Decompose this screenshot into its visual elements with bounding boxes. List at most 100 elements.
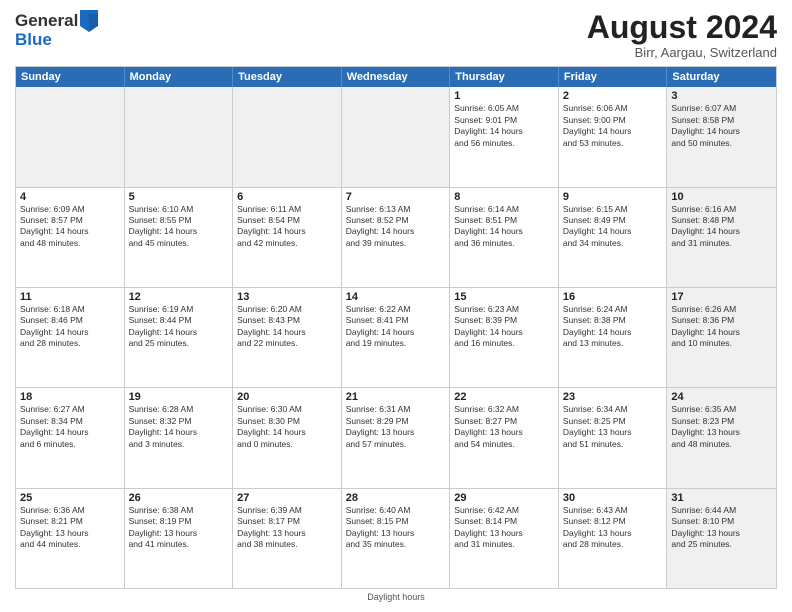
day-info: Sunrise: 6:24 AM Sunset: 8:38 PM Dayligh… [563, 304, 663, 350]
cal-cell-10: 10Sunrise: 6:16 AM Sunset: 8:48 PM Dayli… [667, 188, 776, 287]
day-info: Sunrise: 6:31 AM Sunset: 8:29 PM Dayligh… [346, 404, 446, 450]
day-info: Sunrise: 6:38 AM Sunset: 8:19 PM Dayligh… [129, 505, 229, 551]
day-info: Sunrise: 6:20 AM Sunset: 8:43 PM Dayligh… [237, 304, 337, 350]
day-info: Sunrise: 6:40 AM Sunset: 8:15 PM Dayligh… [346, 505, 446, 551]
header-cell-tuesday: Tuesday [233, 67, 342, 87]
cal-cell-empty-0 [16, 87, 125, 186]
logo: General Blue [15, 10, 98, 50]
day-info: Sunrise: 6:27 AM Sunset: 8:34 PM Dayligh… [20, 404, 120, 450]
day-info: Sunrise: 6:14 AM Sunset: 8:51 PM Dayligh… [454, 204, 554, 250]
day-number: 23 [563, 391, 663, 403]
cal-cell-12: 12Sunrise: 6:19 AM Sunset: 8:44 PM Dayli… [125, 288, 234, 387]
day-info: Sunrise: 6:05 AM Sunset: 9:01 PM Dayligh… [454, 103, 554, 149]
header-cell-sunday: Sunday [16, 67, 125, 87]
day-number: 14 [346, 291, 446, 303]
calendar-body: 1Sunrise: 6:05 AM Sunset: 9:01 PM Daylig… [16, 87, 776, 588]
cal-cell-20: 20Sunrise: 6:30 AM Sunset: 8:30 PM Dayli… [233, 388, 342, 487]
day-info: Sunrise: 6:28 AM Sunset: 8:32 PM Dayligh… [129, 404, 229, 450]
cal-cell-5: 5Sunrise: 6:10 AM Sunset: 8:55 PM Daylig… [125, 188, 234, 287]
day-number: 1 [454, 90, 554, 102]
cal-cell-9: 9Sunrise: 6:15 AM Sunset: 8:49 PM Daylig… [559, 188, 668, 287]
day-info: Sunrise: 6:30 AM Sunset: 8:30 PM Dayligh… [237, 404, 337, 450]
day-number: 3 [671, 90, 772, 102]
calendar-header: SundayMondayTuesdayWednesdayThursdayFrid… [16, 67, 776, 87]
day-info: Sunrise: 6:18 AM Sunset: 8:46 PM Dayligh… [20, 304, 120, 350]
day-number: 19 [129, 391, 229, 403]
cal-cell-29: 29Sunrise: 6:42 AM Sunset: 8:14 PM Dayli… [450, 489, 559, 588]
day-info: Sunrise: 6:26 AM Sunset: 8:36 PM Dayligh… [671, 304, 772, 350]
cal-cell-18: 18Sunrise: 6:27 AM Sunset: 8:34 PM Dayli… [16, 388, 125, 487]
week-row-3: 11Sunrise: 6:18 AM Sunset: 8:46 PM Dayli… [16, 288, 776, 388]
day-number: 11 [20, 291, 120, 303]
cal-cell-17: 17Sunrise: 6:26 AM Sunset: 8:36 PM Dayli… [667, 288, 776, 387]
cal-cell-19: 19Sunrise: 6:28 AM Sunset: 8:32 PM Dayli… [125, 388, 234, 487]
header: General Blue August 2024 Birr, Aargau, S… [15, 10, 777, 60]
cal-cell-empty-2 [233, 87, 342, 186]
calendar: SundayMondayTuesdayWednesdayThursdayFrid… [15, 66, 777, 589]
header-cell-thursday: Thursday [450, 67, 559, 87]
day-number: 28 [346, 492, 446, 504]
footer-note: Daylight hours [15, 592, 777, 602]
day-info: Sunrise: 6:34 AM Sunset: 8:25 PM Dayligh… [563, 404, 663, 450]
day-info: Sunrise: 6:09 AM Sunset: 8:57 PM Dayligh… [20, 204, 120, 250]
cal-cell-15: 15Sunrise: 6:23 AM Sunset: 8:39 PM Dayli… [450, 288, 559, 387]
day-number: 26 [129, 492, 229, 504]
cal-cell-30: 30Sunrise: 6:43 AM Sunset: 8:12 PM Dayli… [559, 489, 668, 588]
day-info: Sunrise: 6:15 AM Sunset: 8:49 PM Dayligh… [563, 204, 663, 250]
day-info: Sunrise: 6:23 AM Sunset: 8:39 PM Dayligh… [454, 304, 554, 350]
day-number: 25 [20, 492, 120, 504]
day-number: 20 [237, 391, 337, 403]
month-title: August 2024 [587, 10, 777, 45]
header-cell-wednesday: Wednesday [342, 67, 451, 87]
week-row-4: 18Sunrise: 6:27 AM Sunset: 8:34 PM Dayli… [16, 388, 776, 488]
day-number: 24 [671, 391, 772, 403]
cal-cell-4: 4Sunrise: 6:09 AM Sunset: 8:57 PM Daylig… [16, 188, 125, 287]
week-row-5: 25Sunrise: 6:36 AM Sunset: 8:21 PM Dayli… [16, 489, 776, 588]
day-number: 22 [454, 391, 554, 403]
day-info: Sunrise: 6:16 AM Sunset: 8:48 PM Dayligh… [671, 204, 772, 250]
logo-blue-text: Blue [15, 30, 98, 50]
day-info: Sunrise: 6:19 AM Sunset: 8:44 PM Dayligh… [129, 304, 229, 350]
cal-cell-7: 7Sunrise: 6:13 AM Sunset: 8:52 PM Daylig… [342, 188, 451, 287]
day-number: 17 [671, 291, 772, 303]
cal-cell-empty-1 [125, 87, 234, 186]
day-number: 30 [563, 492, 663, 504]
header-cell-monday: Monday [125, 67, 234, 87]
cal-cell-16: 16Sunrise: 6:24 AM Sunset: 8:38 PM Dayli… [559, 288, 668, 387]
cal-cell-26: 26Sunrise: 6:38 AM Sunset: 8:19 PM Dayli… [125, 489, 234, 588]
day-info: Sunrise: 6:06 AM Sunset: 9:00 PM Dayligh… [563, 103, 663, 149]
day-info: Sunrise: 6:32 AM Sunset: 8:27 PM Dayligh… [454, 404, 554, 450]
day-number: 7 [346, 191, 446, 203]
cal-cell-22: 22Sunrise: 6:32 AM Sunset: 8:27 PM Dayli… [450, 388, 559, 487]
day-info: Sunrise: 6:10 AM Sunset: 8:55 PM Dayligh… [129, 204, 229, 250]
title-block: August 2024 Birr, Aargau, Switzerland [587, 10, 777, 60]
day-info: Sunrise: 6:35 AM Sunset: 8:23 PM Dayligh… [671, 404, 772, 450]
day-number: 5 [129, 191, 229, 203]
day-number: 16 [563, 291, 663, 303]
day-info: Sunrise: 6:43 AM Sunset: 8:12 PM Dayligh… [563, 505, 663, 551]
cal-cell-31: 31Sunrise: 6:44 AM Sunset: 8:10 PM Dayli… [667, 489, 776, 588]
cal-cell-28: 28Sunrise: 6:40 AM Sunset: 8:15 PM Dayli… [342, 489, 451, 588]
logo-icon [80, 10, 98, 32]
week-row-2: 4Sunrise: 6:09 AM Sunset: 8:57 PM Daylig… [16, 188, 776, 288]
day-number: 21 [346, 391, 446, 403]
day-number: 31 [671, 492, 772, 504]
cal-cell-2: 2Sunrise: 6:06 AM Sunset: 9:00 PM Daylig… [559, 87, 668, 186]
day-info: Sunrise: 6:13 AM Sunset: 8:52 PM Dayligh… [346, 204, 446, 250]
day-number: 12 [129, 291, 229, 303]
cal-cell-24: 24Sunrise: 6:35 AM Sunset: 8:23 PM Dayli… [667, 388, 776, 487]
logo-general-text: General [15, 11, 78, 31]
day-number: 13 [237, 291, 337, 303]
cal-cell-13: 13Sunrise: 6:20 AM Sunset: 8:43 PM Dayli… [233, 288, 342, 387]
page: General Blue August 2024 Birr, Aargau, S… [0, 0, 792, 612]
cal-cell-1: 1Sunrise: 6:05 AM Sunset: 9:01 PM Daylig… [450, 87, 559, 186]
day-info: Sunrise: 6:22 AM Sunset: 8:41 PM Dayligh… [346, 304, 446, 350]
day-info: Sunrise: 6:11 AM Sunset: 8:54 PM Dayligh… [237, 204, 337, 250]
location: Birr, Aargau, Switzerland [587, 45, 777, 60]
header-cell-saturday: Saturday [667, 67, 776, 87]
cal-cell-6: 6Sunrise: 6:11 AM Sunset: 8:54 PM Daylig… [233, 188, 342, 287]
cal-cell-21: 21Sunrise: 6:31 AM Sunset: 8:29 PM Dayli… [342, 388, 451, 487]
day-number: 18 [20, 391, 120, 403]
day-number: 15 [454, 291, 554, 303]
day-info: Sunrise: 6:36 AM Sunset: 8:21 PM Dayligh… [20, 505, 120, 551]
